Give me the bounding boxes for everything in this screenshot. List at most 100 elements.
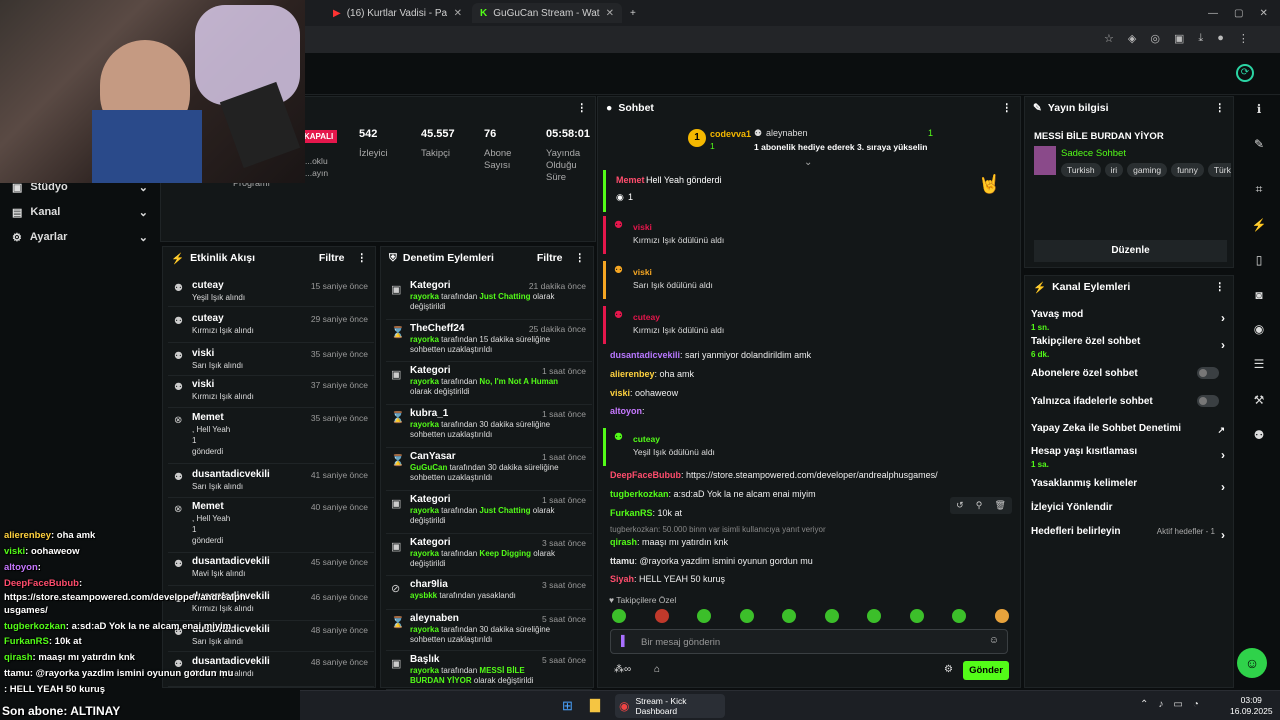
moderation-target[interactable]: TheCheff24 bbox=[410, 323, 464, 334]
moderation-actor[interactable]: rayorka bbox=[410, 335, 439, 344]
chat-username[interactable]: ttamu bbox=[610, 556, 635, 566]
emote-icon[interactable] bbox=[909, 609, 924, 623]
chat-username[interactable]: qirash bbox=[610, 537, 637, 547]
wrench-icon[interactable]: ⚒ bbox=[1250, 393, 1268, 411]
activity-item[interactable]: ⚉ cuteay 29 saniye önce Kırmızı Işık alındı bbox=[168, 310, 374, 343]
new-tab-button[interactable]: + bbox=[622, 3, 644, 23]
activity-item[interactable]: ⚉ dusantadicvekili 45 saniye önce Mavi Işık… bbox=[168, 553, 374, 586]
windows-start-icon[interactable]: ⊞ bbox=[562, 698, 573, 714]
chat-username[interactable]: Memet bbox=[616, 175, 645, 185]
moderation-item[interactable]: ▣ Kategori 1 saat önce rayorka tarafından N… bbox=[386, 362, 592, 405]
infinity-icon[interactable]: ⁂∞ bbox=[614, 664, 631, 675]
more-options-icon[interactable]: ⋮ bbox=[575, 252, 586, 264]
stream-tag[interactable]: Türkç bbox=[1207, 163, 1231, 177]
browser-tab-active[interactable]: K GuGuCan Stream - Watch Live ✕ bbox=[472, 3, 622, 23]
chat-username[interactable]: viski bbox=[633, 267, 652, 277]
stream-tag[interactable]: iri bbox=[1104, 163, 1124, 177]
kick-logo-icon[interactable]: ⟳ bbox=[1236, 64, 1254, 82]
extension-icon[interactable]: ◈ bbox=[1128, 32, 1136, 45]
filter-button[interactable]: Filtre bbox=[537, 252, 563, 264]
channel-action-item[interactable]: Yapay Zeka ile Sohbet Denetimi ↗ bbox=[1031, 423, 1231, 435]
moderation-actor[interactable]: rayorka bbox=[410, 625, 439, 634]
moderation-target[interactable]: Başlık bbox=[410, 654, 439, 665]
pin-icon[interactable]: ⚲ bbox=[976, 500, 983, 511]
activity-item[interactable]: ⚉ viski 37 saniye önce Kırmızı Işık alındı bbox=[168, 376, 374, 408]
moderation-item[interactable]: ▣ Başlık 5 saat önce rayorka tarafından MES… bbox=[386, 651, 592, 690]
document-icon[interactable]: ▯ bbox=[1250, 253, 1268, 271]
translate-icon[interactable]: ◎ bbox=[1150, 32, 1160, 45]
moderation-item[interactable]: ▣ Kategori 3 saat önce rayorka tarafından K… bbox=[386, 534, 592, 576]
moderation-target[interactable]: aleynaben bbox=[410, 613, 459, 624]
nav-settings[interactable]: ⚙ Ayarlar ⌄ bbox=[0, 226, 160, 248]
download-icon[interactable]: ⤓ bbox=[1198, 32, 1203, 45]
activity-user[interactable]: Memet bbox=[192, 501, 224, 512]
emote-icon[interactable] bbox=[654, 609, 669, 623]
channel-action-item[interactable]: İzleyici Yönlendir bbox=[1031, 502, 1231, 513]
chat-username[interactable]: altoyon bbox=[610, 406, 642, 416]
more-options-icon[interactable]: ⋮ bbox=[1215, 102, 1226, 114]
activity-item[interactable]: ⚉ dusantadicvekili 41 saniye önce Sarı Işık… bbox=[168, 466, 374, 498]
tray-icons[interactable]: ⌃♪▭◔ bbox=[1140, 699, 1209, 710]
moderation-item[interactable]: ⌛ aleynaben 5 saat önce rayorka tarafından … bbox=[386, 610, 592, 651]
close-tab-icon[interactable]: ✕ bbox=[454, 8, 462, 19]
moderation-target[interactable]: Kategori bbox=[410, 494, 451, 505]
moderation-item[interactable]: ▣ Kategori 1 saat önce rayorka tarafından J… bbox=[386, 491, 592, 534]
channel-action-item[interactable]: Yalnızca ifadelerle sohbet bbox=[1031, 395, 1231, 407]
browser-tab[interactable]: ▶ (16) Kurtlar Vadisi - Pala ve Al... ✕ bbox=[325, 3, 470, 23]
emote-icon[interactable] bbox=[739, 609, 754, 623]
activity-user[interactable]: viski bbox=[192, 379, 214, 390]
channel-action-item[interactable]: Hesap yaşı kısıtlaması 1 sa. › bbox=[1031, 446, 1231, 469]
more-options-icon[interactable]: ⋮ bbox=[1002, 102, 1013, 114]
clock[interactable]: 03:09 16.09.2025 bbox=[1230, 695, 1273, 717]
taskbar-app[interactable]: ◉ Stream - Kick Dashboard bbox=[615, 694, 725, 718]
chat-username[interactable]: Siyah bbox=[610, 574, 634, 584]
chat-text[interactable]: : https://store.steampowered.com/develop… bbox=[681, 470, 938, 480]
emote-icon[interactable] bbox=[952, 609, 966, 623]
channel-action-item[interactable]: Yavaş mod 1 sn. › bbox=[1031, 309, 1231, 332]
collapse-icon[interactable]: ⌄ bbox=[804, 157, 812, 168]
lightning-icon[interactable]: ⚡ bbox=[1250, 218, 1268, 236]
activity-user[interactable]: cuteay bbox=[192, 280, 224, 291]
chat-username[interactable]: FurkanRS bbox=[610, 508, 653, 518]
support-chat-icon[interactable]: ☺ bbox=[1237, 648, 1267, 678]
more-options-icon[interactable]: ⋮ bbox=[577, 102, 588, 114]
chat-username[interactable]: tugberkozkan bbox=[610, 489, 669, 499]
activity-item[interactable]: ⊗ Memet 40 saniye önce , Hell Yeah 1 gönderdi bbox=[168, 498, 374, 553]
moderation-actor[interactable]: rayorka bbox=[410, 420, 439, 429]
moderation-target[interactable]: CanYasar bbox=[410, 451, 456, 462]
activity-item[interactable]: ⊗ Memet 35 saniye önce , Hell Yeah 1 gönderdi bbox=[168, 409, 374, 464]
reply-icon[interactable]: ↺ bbox=[956, 500, 964, 511]
activity-user[interactable]: cuteay bbox=[192, 313, 224, 324]
chat-input[interactable]: ▌ Bir mesaj gönderin ☺ bbox=[610, 629, 1008, 654]
chat-username[interactable]: viski bbox=[610, 388, 630, 398]
settings-icon[interactable]: ⚙ bbox=[944, 664, 953, 675]
toggle-switch[interactable] bbox=[1197, 367, 1219, 379]
star-icon[interactable]: ☆ bbox=[1104, 32, 1114, 45]
channel-action-item[interactable]: Yasaklanmış kelimeler › bbox=[1031, 478, 1231, 494]
moderation-item[interactable]: ⌛ kubra_1 1 saat önce rayorka tarafından 30… bbox=[386, 405, 592, 448]
moderation-actor[interactable]: aysbkk bbox=[410, 591, 437, 600]
info-icon[interactable]: ℹ bbox=[1250, 102, 1268, 120]
chat-username[interactable]: viski bbox=[633, 222, 652, 232]
pencil-icon[interactable]: ✎ bbox=[1250, 137, 1268, 155]
close-tab-icon[interactable]: ✕ bbox=[606, 8, 614, 19]
activity-user[interactable]: Memet bbox=[192, 412, 224, 423]
stream-tag[interactable]: gaming bbox=[1127, 163, 1168, 177]
activity-user[interactable]: dusantadicvekili bbox=[192, 556, 270, 567]
activity-item[interactable]: ⚉ viski 35 saniye önce Sarı Işık alındı bbox=[168, 345, 374, 376]
moderation-actor[interactable]: rayorka bbox=[410, 666, 439, 675]
moderation-item[interactable]: ▣ Kategori 21 dakika önce rayorka tarafında… bbox=[386, 277, 592, 320]
emote-icon[interactable] bbox=[697, 609, 711, 623]
moderation-item[interactable]: ⌛ CanYasar 1 saat önce GuGuCan tarafından 3… bbox=[386, 448, 592, 491]
puzzle-icon[interactable]: ▣ bbox=[1174, 32, 1184, 45]
chat-username[interactable]: alierenbey bbox=[610, 369, 655, 379]
chat-username[interactable]: cuteay bbox=[633, 434, 660, 444]
moderation-target[interactable]: Kategori bbox=[410, 365, 451, 376]
menu-icon[interactable]: ⋮ bbox=[1238, 32, 1249, 45]
chat-icon[interactable]: ◙ bbox=[1250, 288, 1268, 306]
moderation-target[interactable]: Kategori bbox=[410, 537, 451, 548]
moderation-item[interactable]: ⊘ char9lia 3 saat önce aysbkk tarafından ya… bbox=[386, 576, 592, 610]
moderation-actor[interactable]: rayorka bbox=[410, 377, 439, 386]
store-icon[interactable]: ⌂ bbox=[654, 664, 660, 675]
stream-tag[interactable]: Turkish bbox=[1061, 163, 1101, 177]
